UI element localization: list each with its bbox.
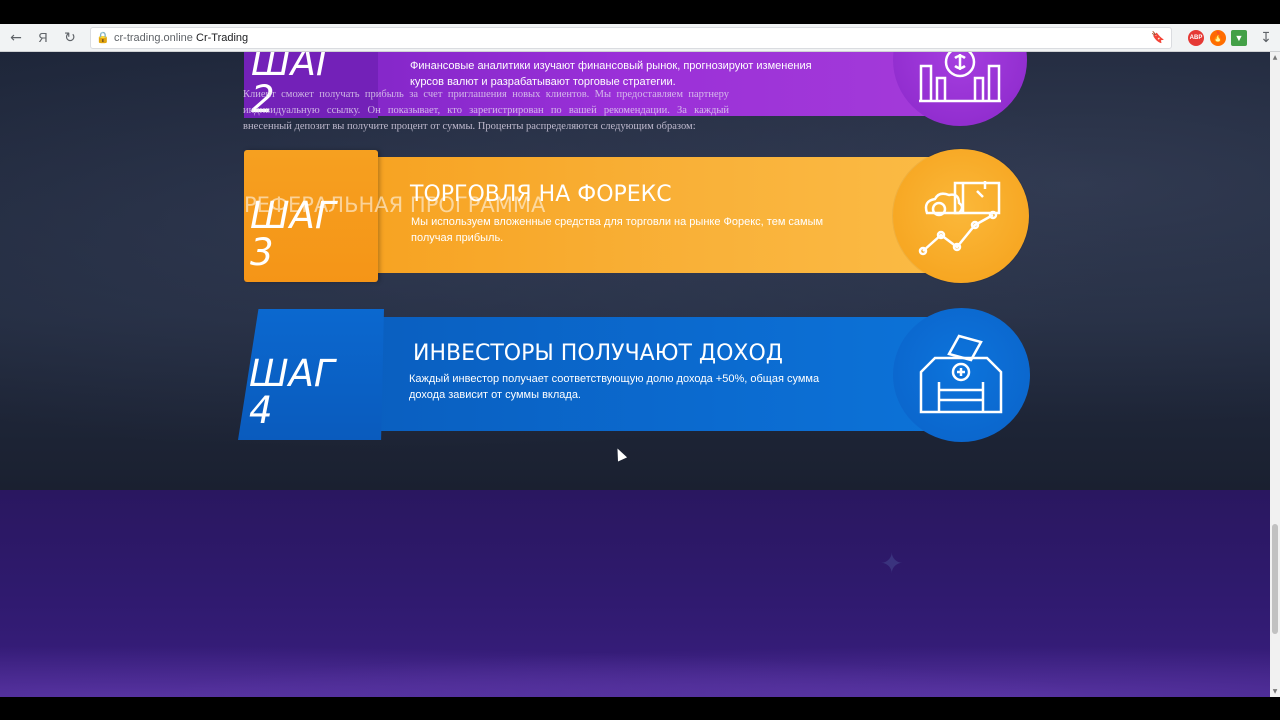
download-arrow-icon: ↧: [1260, 30, 1272, 46]
address-page-title: Cr-Trading: [196, 32, 249, 44]
investor-money-icon: [919, 334, 1003, 414]
page-viewport: ✦ ШАГ 2 Финансовые аналитики изучают фин…: [0, 52, 1270, 697]
downloads-button[interactable]: ↧: [1256, 28, 1276, 48]
faint-star-icon: ✦: [880, 547, 904, 580]
step-4-description: Каждый инвестор получает соответствующую…: [409, 373, 820, 401]
referral-text: Клиент сможет получать прибыль за счет п…: [243, 89, 729, 132]
reload-button[interactable]: ↻: [60, 28, 80, 48]
step-2-circle: [893, 52, 1027, 126]
screen-bottom-border: [0, 697, 1280, 720]
reload-icon: ↻: [64, 30, 76, 46]
arrow-left-icon: ←: [10, 30, 22, 46]
yandex-button[interactable]: Я: [33, 28, 53, 48]
step-4-title: ИНВЕСТОРЫ ПОЛУЧАЮТ ДОХОД: [413, 341, 783, 366]
money-building-icon: [919, 52, 1001, 103]
address-bar[interactable]: 🔒 cr-trading.online Cr-Trading 🔖: [90, 27, 1172, 49]
screen-top-border: [0, 0, 1280, 24]
lock-icon: 🔒: [96, 31, 110, 44]
step-3-description: Мы используем вложенные средства для тор…: [411, 216, 824, 244]
page-scrollbar[interactable]: ▲ ▼: [1270, 52, 1280, 697]
bookmark-icon[interactable]: 🔖: [1151, 31, 1165, 44]
back-button[interactable]: ←: [6, 28, 26, 48]
download-helper-extension-icon[interactable]: ▼: [1231, 30, 1247, 46]
scroll-thumb[interactable]: [1272, 524, 1278, 634]
step-3-circle: [893, 149, 1029, 283]
scroll-up-arrow-icon[interactable]: ▲: [1271, 54, 1279, 61]
scroll-down-arrow-icon[interactable]: ▼: [1271, 688, 1279, 695]
purple-footer-section: [0, 490, 1270, 697]
browser-toolbar: ← Я ↻ 🔒 cr-trading.online Cr-Trading 🔖 A…: [0, 24, 1280, 52]
address-domain: cr-trading.online: [114, 32, 193, 44]
step-4-tag: ШАГ 4: [249, 352, 335, 432]
fire-extension-icon[interactable]: 🔥: [1210, 30, 1226, 46]
step-4-circle: [893, 308, 1030, 442]
adblock-extension-button[interactable]: ABP: [1188, 30, 1204, 46]
referral-heading: РЕФЕРАЛЬНАЯ ПРОГРАММА: [244, 193, 546, 217]
trading-chart-icon: [918, 181, 1001, 256]
step-2-description: Финансовые аналитики изучают финансовый …: [410, 60, 812, 88]
